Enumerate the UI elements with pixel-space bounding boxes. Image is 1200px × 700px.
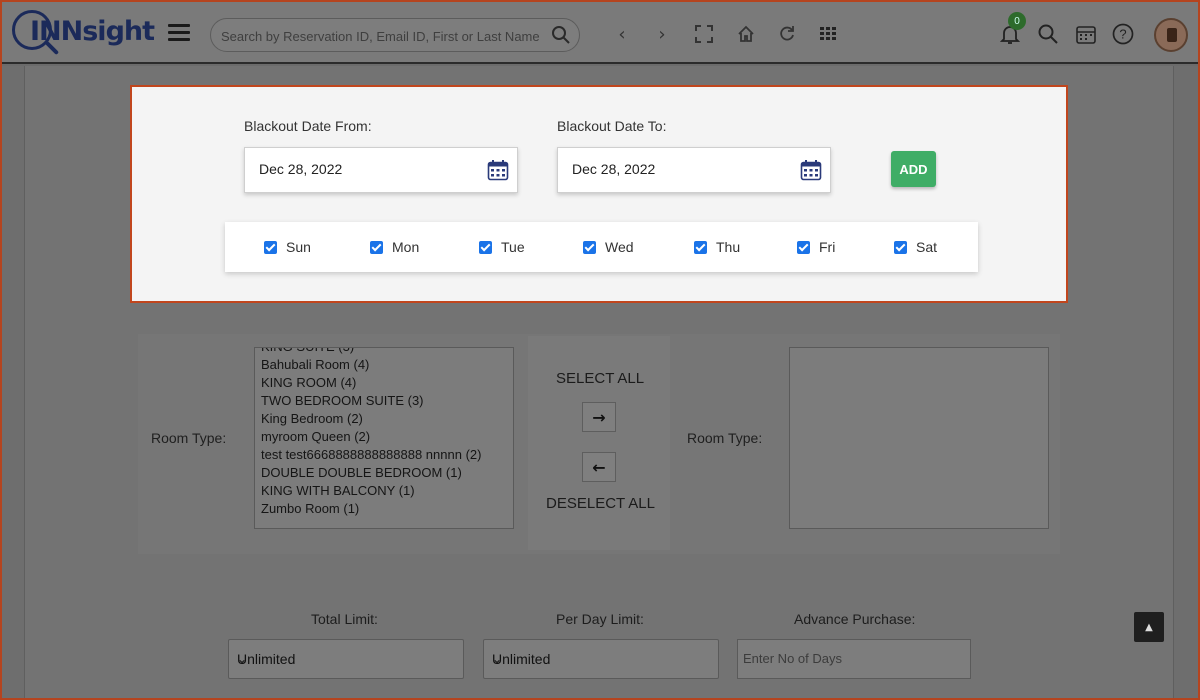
weekday-mon[interactable]: Mon [370,239,419,255]
menu-icon[interactable] [168,24,190,42]
arrow-right-icon: → [592,407,606,427]
blackout-to-value: Dec 28, 2022 [572,161,656,177]
weekday-sat[interactable]: Sat [894,239,937,255]
weekday-label: Sun [286,239,311,255]
top-navigation-bar: INNsight ‹ › 0 ? [2,2,1198,64]
checkbox-checked-icon[interactable] [583,240,596,254]
list-item[interactable]: TWO BEDROOM SUITE (3) [261,392,507,410]
checkbox-checked-icon[interactable] [694,240,707,254]
blackout-to-date-field[interactable]: Dec 28, 2022 [557,147,831,193]
grid-icon[interactable] [816,22,840,46]
weekday-label: Wed [605,239,634,255]
total-limit-select[interactable]: Unlimited ⌄ [228,639,464,679]
advance-purchase-input[interactable] [743,651,963,666]
help-icon[interactable]: ? [1111,22,1135,46]
select-all-button[interactable]: SELECT ALL [556,370,644,387]
arrow-left-icon: ← [592,457,606,477]
blackout-from-value: Dec 28, 2022 [259,161,343,177]
logo-text: INNsight [30,16,155,47]
innsight-logo[interactable]: INNsight [12,8,155,62]
selected-room-type-list[interactable] [789,347,1049,529]
weekday-label: Fri [819,239,836,255]
advance-purchase-field [737,639,971,679]
search-icon[interactable] [551,25,571,45]
expand-icon[interactable] [692,22,716,46]
notification-badge: 0 [1008,12,1026,30]
total-limit-label: Total Limit: [311,611,378,627]
checkbox-checked-icon[interactable] [479,240,492,254]
move-right-button[interactable]: → [582,402,616,432]
caret-up-icon: ▲ [1145,621,1153,633]
chevron-down-icon: ⌄ [492,652,503,666]
list-item[interactable]: Zumbo Room (1) [261,500,507,518]
chevron-left-icon[interactable]: ‹ [610,22,634,46]
weekday-label: Mon [392,239,420,255]
weekday-checkbox-bar: Sun Mon Tue Wed Thu Fri Sat [225,222,978,272]
list-item[interactable]: KING SUITE (3) [261,348,507,356]
blackout-date-panel: Blackout Date From: Blackout Date To: De… [130,85,1068,303]
weekday-sun[interactable]: Sun [264,239,311,255]
calendar-icon[interactable] [487,159,509,181]
list-item[interactable]: King Bedroom (2) [261,410,507,428]
scroll-to-top-button[interactable]: ▲ [1134,612,1164,642]
svg-text:?: ? [1119,27,1126,42]
checkbox-checked-icon[interactable] [370,240,383,254]
blackout-from-date-field[interactable]: Dec 28, 2022 [244,147,518,193]
weekday-wed[interactable]: Wed [583,239,634,255]
refresh-icon[interactable] [775,22,799,46]
add-button[interactable]: ADD [891,151,936,187]
weekday-label: Sat [916,239,938,255]
blackout-to-label: Blackout Date To: [557,118,667,134]
per-day-limit-select[interactable]: Unlimited ⌄ [483,639,719,679]
chevron-right-icon[interactable]: › [650,22,674,46]
home-icon[interactable] [734,22,758,46]
search-icon[interactable] [1036,22,1060,46]
chevron-down-icon: ⌄ [237,652,248,666]
selection-controls [528,336,670,550]
weekday-label: Tue [501,239,525,255]
list-item[interactable]: myroom Queen (2) [261,428,507,446]
list-item[interactable]: test test6668888888888888 nnnnn (2) [261,446,507,464]
global-search [210,18,580,52]
advance-purchase-label: Advance Purchase: [794,611,916,627]
list-item[interactable]: DOUBLE DOUBLE BEDROOM (1) [261,464,507,482]
weekday-thu[interactable]: Thu [694,239,740,255]
avatar[interactable] [1154,18,1188,52]
checkbox-checked-icon[interactable] [797,240,810,254]
calendar-icon[interactable] [1074,22,1098,46]
weekday-tue[interactable]: Tue [479,239,525,255]
room-type-label-left: Room Type: [151,430,227,446]
room-type-label-right: Room Type: [687,430,763,446]
checkbox-checked-icon[interactable] [894,240,907,254]
per-day-limit-label: Per Day Limit: [556,611,644,627]
weekday-label: Thu [716,239,741,255]
deselect-all-button[interactable]: DESELECT ALL [546,495,655,512]
checkbox-checked-icon[interactable] [264,240,277,254]
available-room-type-list[interactable]: KING SUITE (3) Bahubali Room (4) KING RO… [254,347,514,529]
list-item[interactable]: Bahubali Room (4) [261,356,507,374]
list-item[interactable]: KING ROOM (4) [261,374,507,392]
weekday-fri[interactable]: Fri [797,239,835,255]
search-input[interactable] [221,26,541,46]
list-item[interactable]: KING WITH BALCONY (1) [261,482,507,500]
move-left-button[interactable]: ← [582,452,616,482]
calendar-icon[interactable] [800,159,822,181]
blackout-from-label: Blackout Date From: [244,118,372,134]
